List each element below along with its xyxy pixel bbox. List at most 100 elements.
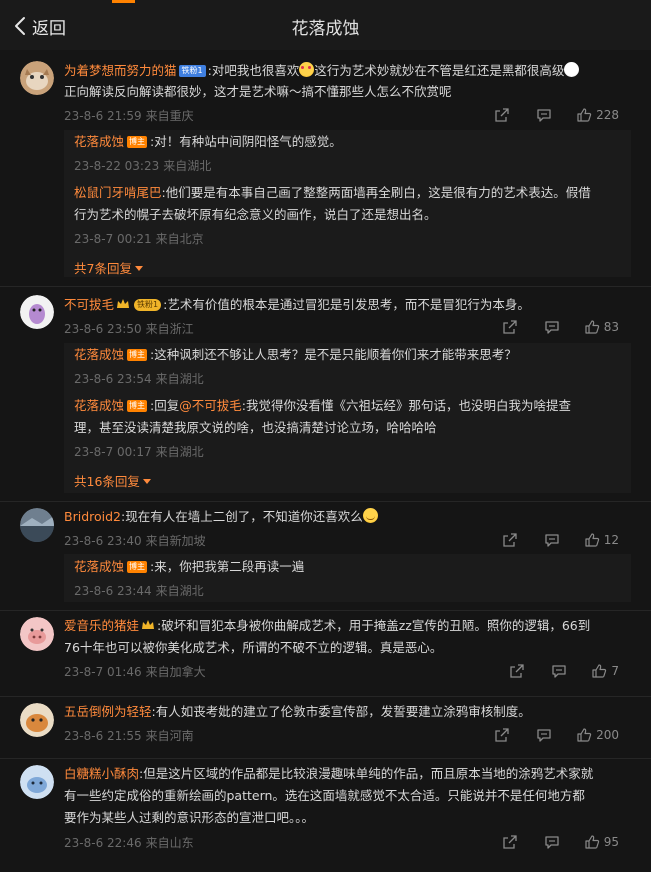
- reply-text: 松鼠门牙啃尾巴:他们要是有本事自己画了整整两面墙再全刷白，这是很有力的艺术表达。…: [74, 185, 591, 200]
- comment-item: 不可拔毛 铁粉1:艺术有价值的根本是通过冒犯是引发思考，而不是冒犯行为本身。 23…: [0, 287, 651, 502]
- avatar[interactable]: [20, 295, 54, 329]
- crown-icon: [142, 620, 155, 629]
- comment-text: 爱音乐的猪娃:破坏和冒犯本身被你曲解成艺术，用于掩盖zz宣传的丑陋。照你的逻辑，…: [64, 618, 591, 633]
- comment-item: 为着梦想而努力的猫 铁粉1:对吧我也很喜欢 这行为艺术妙就妙在不管是红还是黑都很高级…: [0, 50, 651, 287]
- share-icon[interactable]: [494, 727, 510, 743]
- caret-down-icon: [134, 266, 143, 271]
- comment-item: Bridroid2:现在有人在墙上二创了，不知道你还喜欢么 23-8-6 23:…: [0, 502, 651, 611]
- crown-icon: [117, 299, 130, 308]
- like-button[interactable]: 95: [584, 834, 619, 850]
- username[interactable]: 爱音乐的猪娃: [64, 618, 139, 633]
- more-replies-link[interactable]: 共16条回复: [74, 471, 151, 490]
- comment-item: 爱音乐的猪娃:破坏和冒犯本身被你曲解成艺术，用于掩盖zz宣传的丑陋。照你的逻辑，…: [0, 611, 651, 697]
- comment-meta: 23-8-6 23:50 来自浙江: [64, 322, 194, 336]
- comment-actions: 200: [468, 725, 619, 745]
- avatar[interactable]: [20, 61, 54, 95]
- fan-badge: 铁粉1: [134, 299, 162, 311]
- reply-meta: 23-8-7 00:21 来自北京: [74, 232, 204, 246]
- share-icon[interactable]: [502, 319, 518, 335]
- like-button[interactable]: 12: [584, 532, 619, 548]
- reply-block: 花落成蚀 博主:这种讽刺还不够让人思考？是不是只能顺着你们来才能带来思考？ 23-…: [64, 343, 631, 493]
- comment-icon[interactable]: [544, 319, 560, 335]
- more-replies-link[interactable]: 共7条回复: [74, 258, 143, 277]
- reply-block: 花落成蚀 博主:对！有种站中间阴阳怪气的感觉。 23-8-22 03:23 来自湖北…: [64, 130, 631, 277]
- like-icon: [585, 320, 599, 334]
- op-badge: 博主: [127, 136, 148, 148]
- caret-down-icon: [142, 479, 151, 484]
- top-bar: 返回 花落成蚀: [0, 0, 651, 50]
- like-button[interactable]: 83: [584, 319, 619, 335]
- share-icon[interactable]: [509, 663, 525, 679]
- like-button[interactable]: 200: [576, 727, 619, 743]
- comment-meta: 23-8-6 21:59 来自重庆: [64, 107, 194, 124]
- comment-actions: 12: [476, 530, 619, 550]
- reply-meta: 23-8-6 23:54 来自湖北: [74, 372, 204, 386]
- avatar[interactable]: [20, 617, 54, 651]
- like-count: 200: [596, 728, 619, 742]
- like-button[interactable]: 7: [591, 663, 619, 679]
- username[interactable]: 不可拔毛: [64, 297, 114, 312]
- reply-text: 花落成蚀 博主:回复@不可拔毛:我觉得你没看懂《六祖坛经》那句话，也没明白我为啥提…: [74, 398, 571, 413]
- op-badge: 博主: [127, 349, 148, 361]
- comment-text-line2: 有一些约定成俗的重新绘画的pattern。选在这面墙就感觉不太合适。只能说并不是…: [64, 788, 585, 803]
- like-icon: [585, 533, 599, 547]
- reply-text: 花落成蚀 博主:这种讽刺还不够让人思考？是不是只能顺着你们来才能带来思考？: [74, 347, 517, 362]
- top-accent-bar: [112, 0, 135, 3]
- comment-meta: 23-8-6 23:40 来自新加坡: [64, 534, 206, 548]
- location: 来自重庆: [145, 109, 194, 123]
- username[interactable]: 五岳倒例为轻轻: [64, 704, 152, 719]
- op-badge: 博主: [127, 400, 148, 412]
- mention-link[interactable]: @不可拔毛: [179, 398, 242, 413]
- comment-item: 白糖糕小酥肉:但是这片区域的作品都是比较浪漫趣味单纯的作品，而且原本当地的涂鸦艺…: [0, 759, 651, 869]
- comment-icon[interactable]: [551, 663, 567, 679]
- username[interactable]: 为着梦想而努力的猫: [64, 63, 177, 78]
- like-button[interactable]: 228: [576, 107, 619, 123]
- avatar[interactable]: [20, 765, 54, 799]
- fan-badge: 铁粉1: [178, 65, 206, 77]
- comment-text: 白糖糕小酥肉:但是这片区域的作品都是比较浪漫趣味单纯的作品，而且原本当地的涂鸦艺…: [64, 766, 594, 781]
- reply-meta: 23-8-6 23:44 来自湖北: [74, 584, 204, 598]
- reply-username[interactable]: 花落成蚀: [74, 398, 124, 413]
- avatar[interactable]: [20, 508, 54, 542]
- username[interactable]: Bridroid2: [64, 509, 121, 524]
- comment-icon[interactable]: [536, 107, 552, 123]
- comment-text: Bridroid2:现在有人在墙上二创了，不知道你还喜欢么: [64, 508, 378, 525]
- comment-meta: 23-8-6 21:55 来自河南: [64, 729, 194, 743]
- comment-icon[interactable]: [544, 532, 560, 548]
- comment-actions: 7: [483, 661, 619, 681]
- comment-item: 五岳倒例为轻轻:有人如丧考妣的建立了伦敦市委宣传部，发誓要建立涂鸦审核制度。 2…: [0, 697, 651, 759]
- share-icon[interactable]: [502, 834, 518, 850]
- reply-text: 花落成蚀 博主:对！有种站中间阴阳怪气的感觉。: [74, 134, 342, 149]
- share-icon[interactable]: [494, 107, 510, 123]
- reply-meta: 23-8-22 03:23 来自湖北: [74, 159, 212, 173]
- like-icon: [577, 108, 592, 122]
- comment-actions: 228: [468, 105, 619, 125]
- like-count: 83: [603, 320, 619, 334]
- comment-icon[interactable]: [536, 727, 552, 743]
- comment-text-line2: 76十年也可以被你美化成艺术，所谓的不破不立的逻辑。真是恶心。: [64, 640, 443, 655]
- username[interactable]: 白糖糕小酥肉: [64, 766, 139, 781]
- reply-username[interactable]: 花落成蚀: [74, 134, 124, 149]
- reply-meta: 23-8-7 00:17 来自湖北: [74, 445, 204, 459]
- avatar[interactable]: [20, 703, 54, 737]
- reply-block: 花落成蚀 博主:来，你把我第二段再读一遍 23-8-6 23:44 来自湖北: [64, 554, 631, 602]
- reply-text: 花落成蚀 博主:来，你把我第二段再读一遍: [74, 559, 305, 574]
- comment-text: 不可拔毛 铁粉1:艺术有价值的根本是通过冒犯是引发思考，而不是冒犯行为本身。: [64, 297, 530, 312]
- like-count: 228: [596, 108, 619, 122]
- reply-username[interactable]: 松鼠门牙啃尾巴: [74, 185, 162, 200]
- comment-actions: 83: [476, 317, 619, 337]
- like-icon: [592, 664, 607, 678]
- share-icon[interactable]: [502, 532, 518, 548]
- comment-icon[interactable]: [544, 834, 560, 850]
- reply-username[interactable]: 花落成蚀: [74, 347, 124, 362]
- emoji-icon: [564, 62, 580, 77]
- timestamp: 23-8-6 21:59: [64, 109, 142, 123]
- emoji-icon: [362, 508, 378, 523]
- like-count: 7: [611, 664, 619, 678]
- comment-text: 五岳倒例为轻轻:有人如丧考妣的建立了伦敦市委宣传部，发誓要建立涂鸦审核制度。: [64, 704, 531, 719]
- reply-username[interactable]: 花落成蚀: [74, 559, 124, 574]
- emoji-icon: [299, 62, 315, 77]
- like-count: 12: [603, 533, 619, 547]
- op-badge: 博主: [127, 561, 148, 573]
- comment-actions: 95: [476, 832, 619, 852]
